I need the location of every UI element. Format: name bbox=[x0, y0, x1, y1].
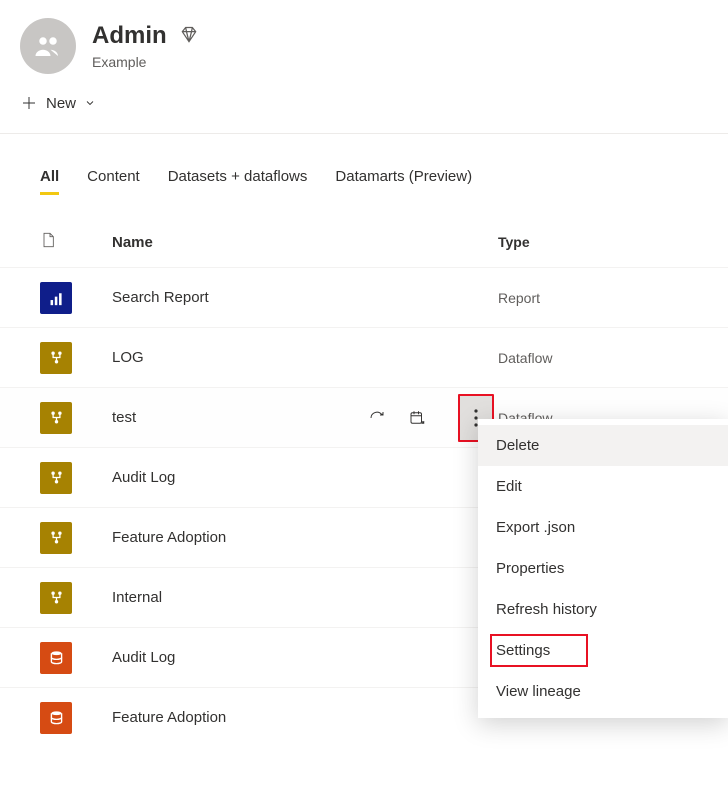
row-type-label: Dataflow bbox=[498, 350, 688, 366]
workspace-header: Admin Example bbox=[0, 0, 728, 82]
row-name-label[interactable]: Internal bbox=[112, 589, 162, 606]
row-name-label[interactable]: LOG bbox=[112, 349, 144, 366]
dataflow-icon bbox=[40, 402, 72, 434]
new-button[interactable]: New bbox=[20, 94, 96, 112]
tab-content[interactable]: Content bbox=[87, 160, 140, 195]
row-name-label[interactable]: Feature Adoption bbox=[112, 709, 226, 726]
menu-item-label: Delete bbox=[496, 437, 539, 454]
file-icon bbox=[40, 230, 56, 254]
menu-item-label: Properties bbox=[496, 560, 564, 577]
menu-item-label: View lineage bbox=[496, 683, 581, 700]
context-menu: Delete Edit Export .json Properties Refresh … bbox=[478, 419, 728, 718]
row-name-label[interactable]: test bbox=[112, 409, 136, 426]
table-row[interactable]: LOG Dataflow bbox=[0, 327, 728, 387]
menu-item-view-lineage[interactable]: View lineage bbox=[478, 671, 728, 712]
menu-item-edit[interactable]: Edit bbox=[478, 466, 728, 507]
menu-item-refresh-history[interactable]: Refresh history bbox=[478, 589, 728, 630]
row-name-label[interactable]: Audit Log bbox=[112, 469, 175, 486]
menu-item-label: Edit bbox=[496, 478, 522, 495]
dataflow-icon bbox=[40, 522, 72, 554]
menu-item-label: Export .json bbox=[496, 519, 575, 536]
content-table: Name Type Search Report Report LOG Dataflow… bbox=[0, 217, 728, 747]
page-title: Admin bbox=[92, 22, 167, 50]
workspace-avatar bbox=[20, 18, 76, 74]
row-name-label[interactable]: Feature Adoption bbox=[112, 529, 226, 546]
menu-item-settings[interactable]: Settings bbox=[478, 630, 728, 671]
chevron-down-icon bbox=[84, 97, 96, 109]
menu-item-label: Settings bbox=[496, 642, 550, 659]
row-name-label[interactable]: Search Report bbox=[112, 289, 209, 306]
plus-icon bbox=[20, 94, 38, 112]
tab-datamarts[interactable]: Datamarts (Preview) bbox=[335, 160, 472, 195]
divider bbox=[0, 133, 728, 134]
new-button-label: New bbox=[46, 95, 76, 112]
tab-bar: All Content Datasets + dataflows Datamar… bbox=[0, 160, 728, 195]
menu-item-label: Refresh history bbox=[496, 601, 597, 618]
dataset-icon bbox=[40, 702, 72, 734]
tab-datasets[interactable]: Datasets + dataflows bbox=[168, 160, 308, 195]
tab-all[interactable]: All bbox=[40, 160, 59, 195]
table-row[interactable]: Search Report Report bbox=[0, 267, 728, 327]
row-name-label[interactable]: Audit Log bbox=[112, 649, 175, 666]
page-subtitle: Example bbox=[92, 54, 199, 70]
people-icon bbox=[33, 31, 63, 61]
menu-item-export-json[interactable]: Export .json bbox=[478, 507, 728, 548]
dataset-icon bbox=[40, 642, 72, 674]
report-icon bbox=[40, 282, 72, 314]
dataflow-icon bbox=[40, 342, 72, 374]
menu-item-delete[interactable]: Delete bbox=[478, 425, 728, 466]
column-header-name[interactable]: Name bbox=[112, 234, 498, 251]
menu-item-properties[interactable]: Properties bbox=[478, 548, 728, 589]
refresh-icon[interactable] bbox=[368, 409, 386, 427]
schedule-refresh-icon[interactable] bbox=[408, 409, 426, 427]
premium-icon bbox=[179, 25, 199, 48]
column-header-type[interactable]: Type bbox=[498, 234, 688, 250]
dataflow-icon bbox=[40, 462, 72, 494]
toolbar: New bbox=[0, 82, 728, 133]
row-type-label: Report bbox=[498, 290, 688, 306]
dataflow-icon bbox=[40, 582, 72, 614]
table-header: Name Type bbox=[0, 217, 728, 267]
